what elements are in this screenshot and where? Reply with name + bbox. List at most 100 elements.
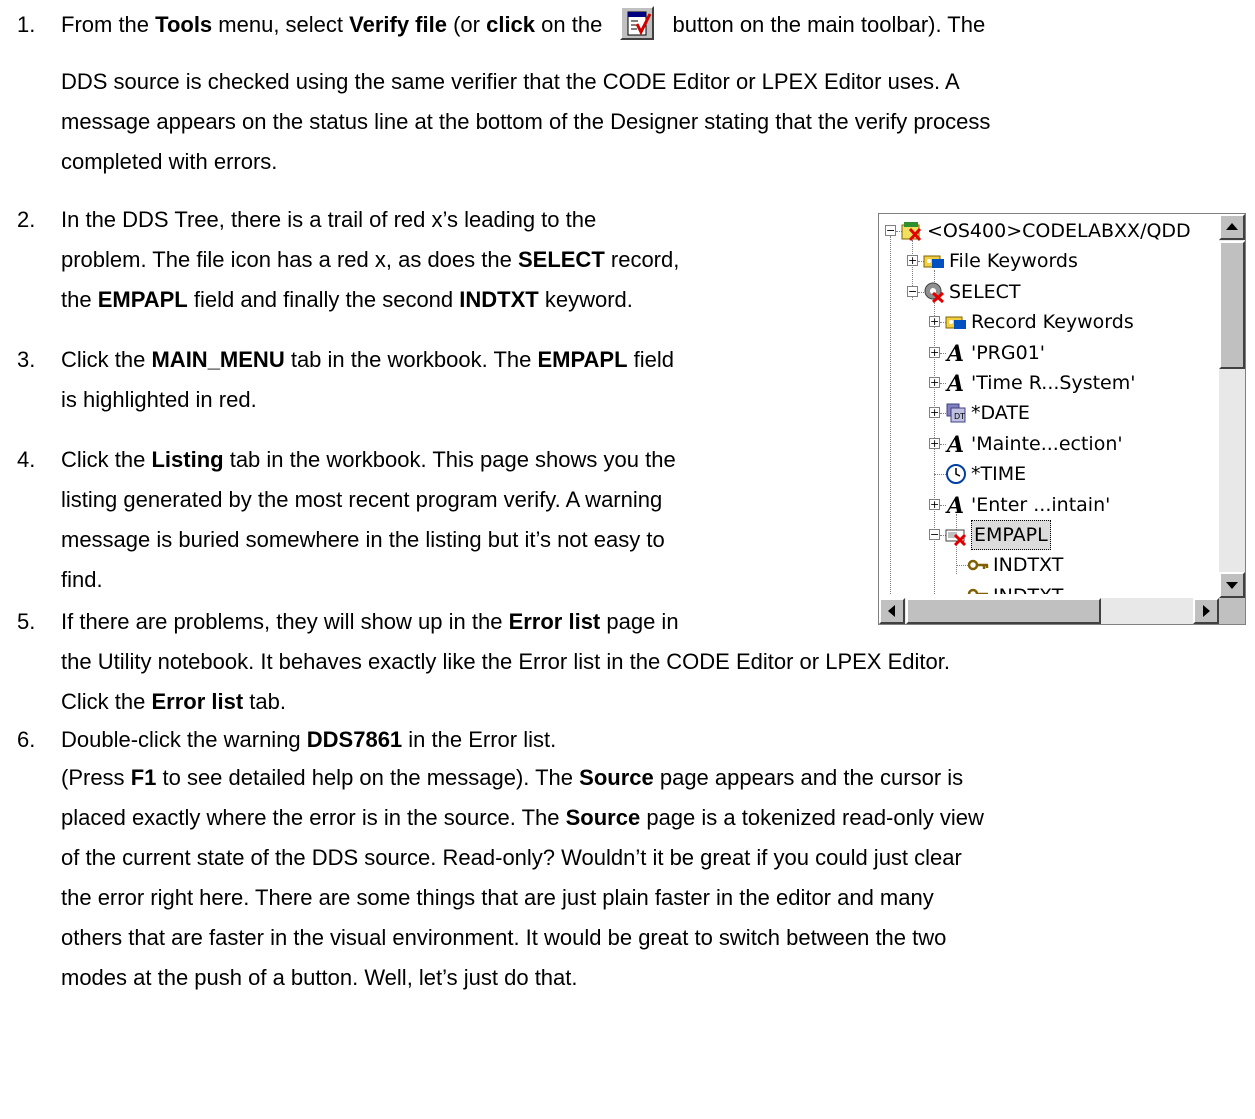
text-run: DDS source is checked using the same ver…: [61, 69, 960, 94]
tree-node-label: File Keywords: [949, 250, 1078, 272]
svg-text:A: A: [945, 433, 964, 455]
tree-node[interactable]: − <OS400>CODELABXX/QDD: [879, 216, 1219, 246]
scroll-thumb[interactable]: [1219, 241, 1245, 369]
text-run: completed with errors.: [61, 149, 278, 174]
keywords-icon: [945, 311, 967, 333]
bold-term: Verify file: [349, 12, 447, 37]
tree-node-label: 'Time R...System': [971, 372, 1136, 394]
tree-node[interactable]: + A 'Mainte...ection': [879, 429, 1219, 459]
field-error-icon: [945, 524, 967, 547]
tree-node[interactable]: + Record Keywords: [879, 307, 1219, 337]
step-line: message appears on the status line at th…: [61, 102, 990, 142]
bold-term: SELECT: [517, 247, 605, 272]
text-run: field: [627, 347, 674, 372]
text-run: tab.: [243, 689, 286, 714]
text-run: of the current state of the DDS source. …: [61, 845, 962, 870]
clock-icon: [945, 463, 967, 485]
text-run: the Utility notebook. It behaves exactly…: [61, 649, 950, 674]
step-number: 5.: [17, 609, 36, 634]
step-line: find.: [61, 560, 103, 600]
text-run: message appears on the status line at th…: [61, 109, 991, 134]
text-run: Click the: [61, 447, 152, 472]
text-run: find.: [61, 567, 103, 592]
text-run: If there are problems, they will show up…: [61, 609, 509, 634]
tree-node[interactable]: + A 'Time R...System': [879, 368, 1219, 398]
text-run: the error right here. There are some thi…: [61, 885, 934, 910]
collapse-icon[interactable]: −: [907, 286, 918, 297]
text-constant-icon: A: [945, 341, 967, 367]
text-run: From the: [61, 12, 156, 37]
step-line: modes at the push of a button. Well, let…: [61, 958, 578, 998]
record-error-icon: [923, 281, 945, 304]
svg-text:A: A: [945, 494, 964, 516]
bold-term: Error list: [508, 609, 601, 634]
tree-node-label: <OS400>CODELABXX/QDD: [927, 220, 1191, 242]
step-line: message is buried somewhere in the listi…: [61, 520, 665, 560]
tree-node[interactable]: INDTXT: [879, 581, 1219, 594]
tree-node[interactable]: + A 'Enter ...intain': [879, 490, 1219, 520]
scrollbar-corner: [1219, 598, 1245, 624]
scroll-thumb-horizontal[interactable]: [906, 598, 1101, 624]
step-number: 4.: [17, 447, 36, 472]
text-run: tab in the workbook. The: [284, 347, 538, 372]
verify-file-button-icon: [620, 6, 655, 40]
svg-text:A: A: [945, 372, 964, 394]
step-line: is highlighted in red.: [61, 380, 257, 420]
tree-node-label: SELECT: [949, 281, 1021, 303]
step-line: placed exactly where the error is in the…: [61, 798, 984, 838]
expand-icon[interactable]: +: [929, 347, 940, 358]
tree-node[interactable]: + File Keywords: [879, 246, 1219, 276]
expand-icon[interactable]: +: [929, 438, 940, 449]
expand-icon[interactable]: +: [929, 407, 940, 418]
text-run: menu, select: [212, 12, 350, 37]
bold-term: Source: [565, 805, 641, 830]
bold-term: click: [486, 12, 536, 37]
scroll-up-button[interactable]: [1219, 214, 1245, 240]
step-line: From the Tools menu, select Verify file …: [61, 5, 985, 45]
expand-icon[interactable]: +: [929, 499, 940, 510]
bold-term: Tools: [155, 12, 213, 37]
key-error-icon: [967, 585, 989, 594]
text-run: Click the: [61, 347, 152, 372]
dds-tree-panel: − <OS400>CODELABXX/QDD + File Keywords − SELE…: [878, 213, 1246, 625]
tree-node[interactable]: + A 'PRG01': [879, 338, 1219, 368]
scroll-down-button[interactable]: [1219, 572, 1245, 598]
vertical-scrollbar[interactable]: [1219, 214, 1245, 598]
text-run: the: [61, 287, 98, 312]
scroll-left-button[interactable]: [879, 598, 905, 624]
tree-node[interactable]: INDTXT: [879, 550, 1219, 580]
text-run: in the Error list.: [402, 727, 557, 752]
step-line: Click the Listing tab in the workbook. T…: [61, 440, 676, 480]
text-run: (or: [446, 12, 487, 37]
step-line: completed with errors.: [61, 142, 277, 182]
tree-node[interactable]: *TIME: [879, 459, 1219, 489]
tree-node[interactable]: − SELECT: [879, 277, 1219, 307]
step-line: If there are problems, they will show up…: [61, 602, 679, 642]
horizontal-scrollbar[interactable]: [879, 598, 1219, 624]
scroll-right-button[interactable]: [1193, 598, 1219, 624]
collapse-icon[interactable]: −: [885, 225, 896, 236]
step-line: Double-click the warning DDS7861 in the …: [61, 720, 556, 760]
step-line: Click the Error list tab.: [61, 682, 286, 722]
step-line: the Utility notebook. It behaves exactly…: [61, 642, 950, 682]
text-run: is highlighted in red.: [61, 387, 257, 412]
tree-node[interactable]: + DT *DATE: [879, 398, 1219, 428]
expand-icon[interactable]: +: [929, 316, 940, 327]
step-line: Click the MAIN_MENU tab in the workbook.…: [61, 340, 674, 380]
bold-term: Listing: [151, 447, 224, 472]
expand-icon[interactable]: +: [929, 377, 940, 388]
step-line: listing generated by the most recent pro…: [61, 480, 662, 520]
text-constant-icon: A: [945, 432, 967, 458]
text-run: Click the: [61, 689, 152, 714]
tree-node-label: *DATE: [971, 402, 1030, 424]
text-run: others that are faster in the visual env…: [61, 925, 947, 950]
bold-term: Error list: [151, 689, 244, 714]
step-number: 2.: [17, 207, 36, 232]
text-run: message is buried somewhere in the listi…: [61, 527, 665, 552]
expand-icon[interactable]: +: [907, 255, 918, 266]
tree-node-label: INDTXT: [993, 554, 1064, 576]
text-run: In the DDS Tree, there is a trail of red…: [61, 207, 597, 232]
tree-node[interactable]: − EMPAPL: [879, 520, 1219, 550]
step-line: the EMPAPL field and finally the second …: [61, 280, 633, 320]
collapse-icon[interactable]: −: [929, 529, 940, 540]
